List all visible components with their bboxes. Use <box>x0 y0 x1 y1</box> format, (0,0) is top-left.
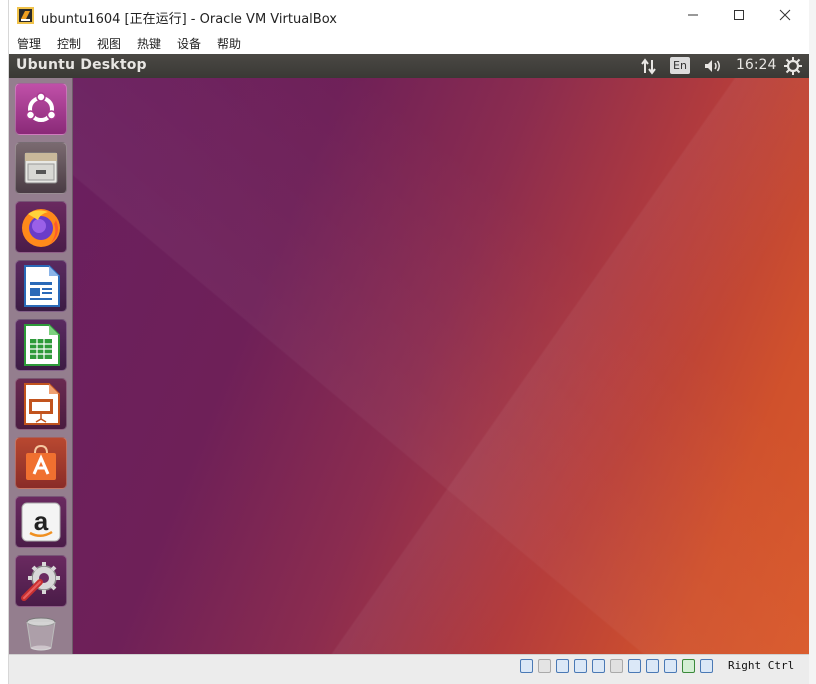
launcher-files[interactable] <box>15 142 67 194</box>
optical-drive-icon[interactable] <box>538 659 551 673</box>
shared-folders-icon[interactable] <box>610 659 623 673</box>
virtualbox-window: ubuntu1604 [正在运行] - Oracle VM VirtualBox… <box>8 0 809 684</box>
writer-document-icon <box>24 265 60 307</box>
impress-presentation-icon <box>24 383 60 425</box>
unity-launcher: a <box>9 78 73 654</box>
launcher-trash[interactable] <box>15 614 67 652</box>
volume-icon[interactable] <box>703 58 723 74</box>
launcher-libreoffice-writer[interactable] <box>15 260 67 312</box>
trash-icon <box>26 617 56 651</box>
menu-bar: 管理 控制 视图 热键 设备 帮助 <box>9 32 809 54</box>
host-key-label: Right Ctrl <box>728 659 795 672</box>
top-panel: Ubuntu Desktop En 16:24 <box>9 54 809 78</box>
launcher-dash-home[interactable] <box>15 83 67 135</box>
menu-view[interactable]: 视图 <box>97 35 121 52</box>
software-bag-icon <box>26 444 56 480</box>
usb-icon[interactable] <box>592 659 605 673</box>
close-icon <box>779 9 791 21</box>
launcher-libreoffice-calc[interactable] <box>15 319 67 371</box>
calc-spreadsheet-icon <box>24 324 60 366</box>
minimize-icon <box>688 14 698 16</box>
maximize-icon <box>734 10 744 20</box>
keyboard-layout-indicator[interactable]: En <box>670 57 690 74</box>
host-desktop-strip <box>808 0 816 684</box>
close-button[interactable] <box>762 0 808 30</box>
network-icon[interactable] <box>574 659 587 673</box>
desktop-wallpaper[interactable] <box>73 78 809 654</box>
menu-control[interactable]: 控制 <box>57 35 81 52</box>
svg-text:a: a <box>34 506 49 536</box>
minimize-button[interactable] <box>670 0 716 30</box>
menu-help[interactable]: 帮助 <box>217 35 241 52</box>
amazon-icon: a <box>21 502 61 542</box>
launcher-libreoffice-impress[interactable] <box>15 378 67 430</box>
settings-wrench-gear-icon <box>21 562 60 601</box>
panel-clock[interactable]: 16:24 <box>736 57 776 73</box>
menu-hotkeys[interactable]: 热键 <box>137 35 161 52</box>
audio-icon[interactable] <box>556 659 569 673</box>
launcher-ubuntu-software[interactable] <box>15 437 67 489</box>
virtualbox-app-icon <box>17 7 34 24</box>
network-arrows-icon[interactable] <box>640 58 658 75</box>
file-cabinet-icon <box>24 152 58 184</box>
launcher-system-settings[interactable] <box>15 555 67 607</box>
maximize-button[interactable] <box>716 0 762 30</box>
display-icon[interactable] <box>628 659 641 673</box>
launcher-firefox[interactable] <box>15 201 67 253</box>
launcher-amazon[interactable]: a <box>15 496 67 548</box>
title-bar[interactable]: ubuntu1604 [正在运行] - Oracle VM VirtualBox <box>9 0 809 32</box>
firefox-icon <box>22 209 60 247</box>
panel-title: Ubuntu Desktop <box>16 57 147 73</box>
menu-devices[interactable]: 设备 <box>177 35 201 52</box>
status-bar: Right Ctrl <box>9 654 809 684</box>
session-gear-icon[interactable] <box>784 57 802 75</box>
virtualization-icon[interactable] <box>664 659 677 673</box>
ubuntu-logo-icon <box>25 92 57 122</box>
hard-disk-icon[interactable] <box>520 659 533 673</box>
window-title: ubuntu1604 [正在运行] - Oracle VM VirtualBox <box>41 12 337 27</box>
video-capture-icon[interactable] <box>646 659 659 673</box>
keyboard-icon[interactable] <box>700 659 713 673</box>
guest-screen[interactable]: Ubuntu Desktop En 16:24 a <box>9 54 809 654</box>
mouse-integration-icon[interactable] <box>682 659 695 673</box>
menu-manage[interactable]: 管理 <box>17 35 41 52</box>
